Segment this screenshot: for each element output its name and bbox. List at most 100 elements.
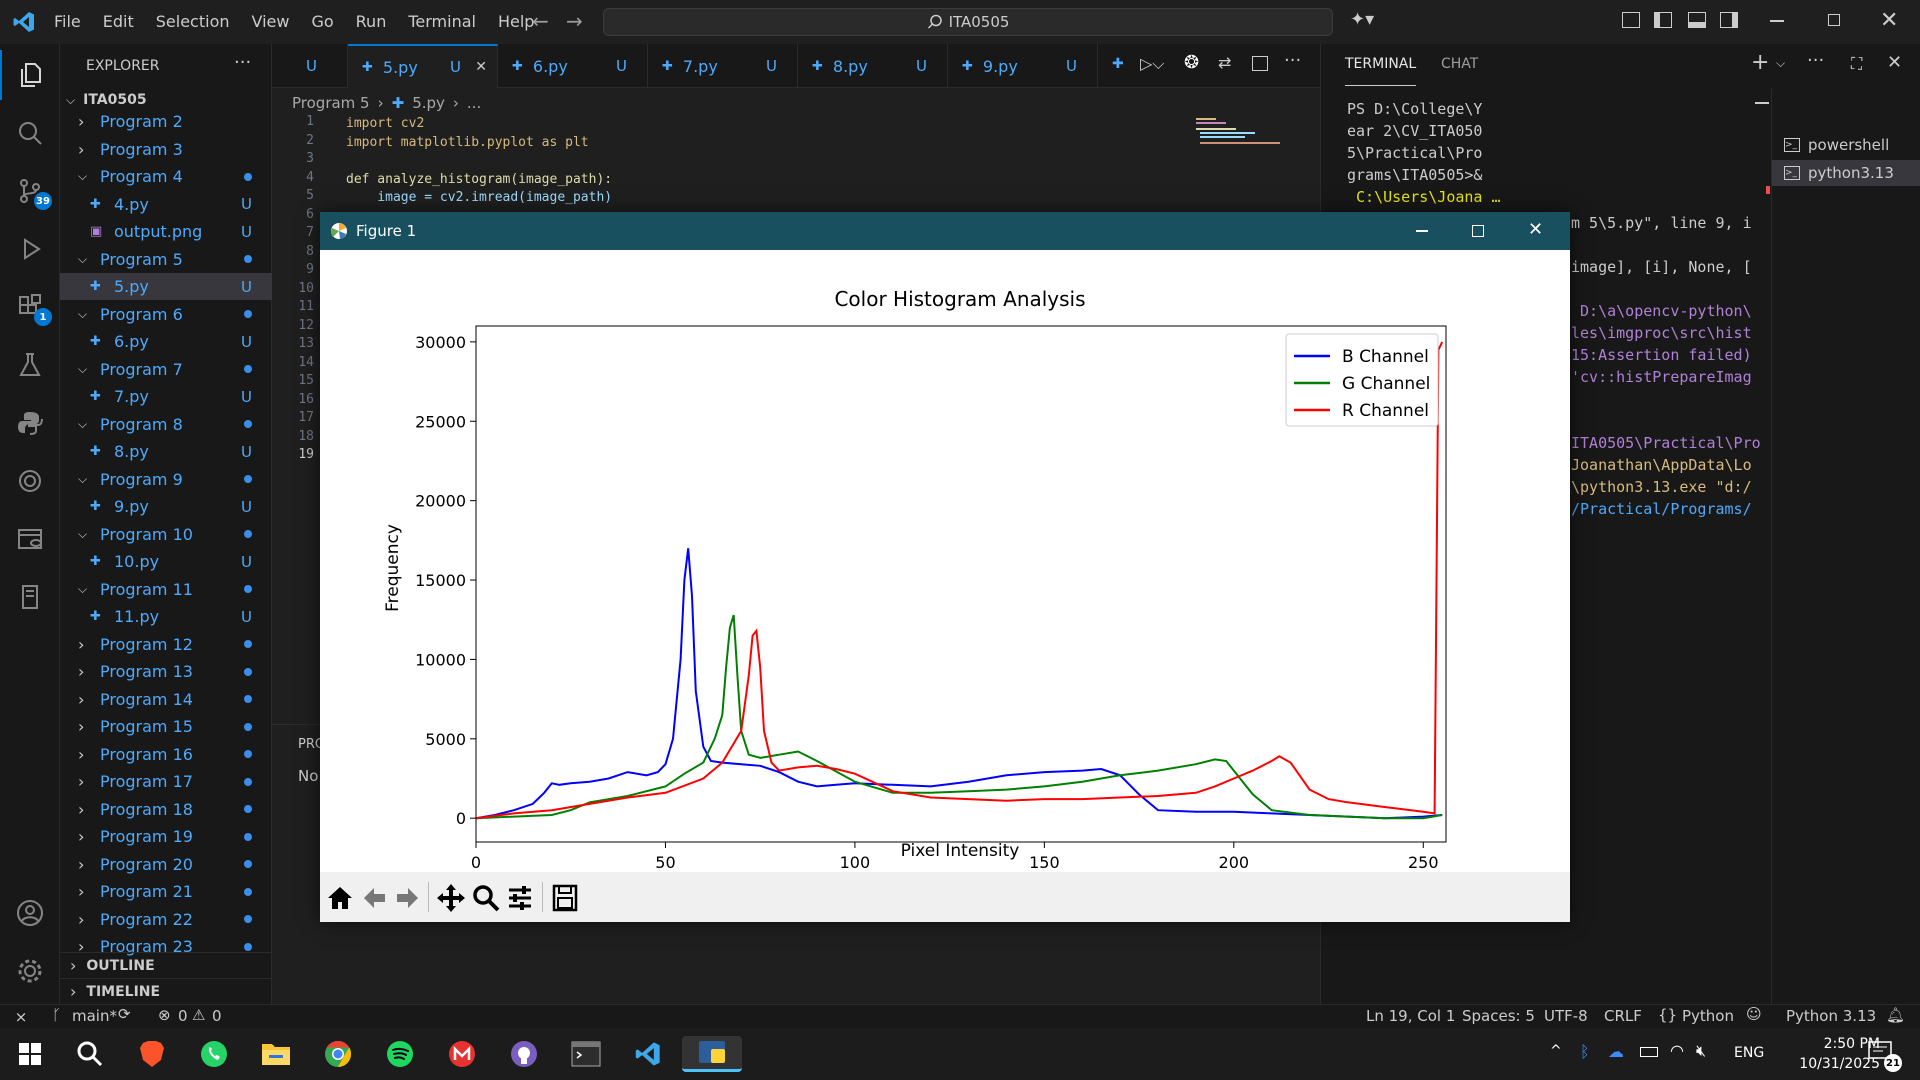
editor-tab[interactable]: U (272, 44, 348, 88)
wifi-icon[interactable]: ◠ (1670, 1041, 1684, 1060)
battery-icon[interactable] (1640, 1047, 1658, 1057)
input-language[interactable]: ENG (1734, 1045, 1764, 1061)
warning-count[interactable]: 0 (212, 1007, 222, 1025)
folder-item[interactable]: › Program 2 (60, 108, 272, 135)
search-activity[interactable] (0, 108, 60, 158)
chevron-down-icon[interactable]: ⌵ (1776, 56, 1785, 71)
editor-tab[interactable]: ✚ 8.py U (798, 44, 948, 88)
menu-edit[interactable]: Edit (103, 12, 134, 31)
file-item[interactable]: ✚ 4.py U (60, 191, 272, 218)
split-editor-icon[interactable] (1252, 56, 1268, 71)
folder-item[interactable]: › Program 22 (60, 906, 272, 933)
compare-changes-icon[interactable]: ⇄ (1218, 53, 1231, 72)
restore-icon[interactable] (1828, 14, 1840, 26)
maximize-panel-icon[interactable]: ⛶ (1851, 54, 1862, 74)
folder-item[interactable]: ⌵ Program 9 (60, 466, 272, 493)
start-button[interactable] (8, 1036, 52, 1072)
folder-item[interactable]: ⌵ Program 6 (60, 301, 272, 328)
copilot-status-icon[interactable]: ☺ (1746, 1005, 1762, 1023)
source-control-activity[interactable]: 39 (0, 166, 60, 216)
configure-subplots-icon[interactable] (506, 884, 534, 912)
run-debug-activity[interactable] (0, 224, 60, 274)
folder-item[interactable]: › Program 20 (60, 851, 272, 878)
taskbar-search[interactable] (68, 1036, 112, 1072)
device-activity[interactable] (0, 572, 60, 622)
remote-icon[interactable]: ⨯ (0, 1005, 42, 1029)
database-activity[interactable] (0, 514, 60, 564)
testing-activity[interactable] (0, 340, 60, 390)
bell-icon[interactable]: 🔔︎ (1886, 1006, 1905, 1024)
taskbar-spotify[interactable] (378, 1036, 422, 1072)
error-count[interactable]: 0 (178, 1007, 188, 1025)
pan-icon[interactable] (436, 883, 466, 913)
python-activity[interactable] (0, 398, 60, 448)
minimap[interactable] (1192, 114, 1292, 158)
accounts-activity[interactable] (0, 888, 60, 938)
cloud-icon[interactable]: ☁ (1608, 1042, 1624, 1061)
panel-tab-terminal[interactable]: TERMINAL (1345, 56, 1417, 86)
folder-item[interactable]: › Program 13 (60, 658, 272, 685)
menu-help[interactable]: Help (498, 12, 534, 31)
folder-item[interactable]: › Program 3 (60, 136, 272, 163)
chatgpt-activity[interactable] (0, 456, 60, 506)
folder-item[interactable]: ⌵ Program 7 (60, 356, 272, 383)
terminal-item-powershell[interactable]: >_ powershell (1772, 132, 1920, 158)
volume-muted-icon[interactable]: 🔇︎ (1696, 1041, 1706, 1061)
folder-item[interactable]: › Program 14 (60, 686, 272, 713)
explorer-more-icon[interactable]: ··· (234, 52, 251, 73)
folder-item[interactable]: › Program 16 (60, 741, 272, 768)
taskbar-mail[interactable] (440, 1036, 484, 1072)
python-interpreter[interactable]: Python 3.13 (1786, 1007, 1876, 1025)
file-item[interactable]: ✚ 10.py U (60, 548, 272, 575)
histogram-chart[interactable]: Color Histogram Analysis Pixel Intensity… (320, 250, 1570, 872)
editor-tab[interactable]: ✚ 6.py U (498, 44, 648, 88)
folder-item[interactable]: ⌵ Program 11 (60, 576, 272, 603)
editor-tab[interactable]: ✚ 7.py U (648, 44, 798, 88)
language-mode[interactable]: Python (1682, 1007, 1734, 1025)
timeline-section[interactable]: › TIMELINE (60, 978, 272, 1004)
minimize-icon[interactable] (1416, 230, 1428, 232)
more-actions-icon[interactable]: ··· (1284, 50, 1301, 71)
file-item[interactable]: ✚ 8.py U (60, 438, 272, 465)
menu-file[interactable]: File (54, 12, 81, 31)
close-icon[interactable]: ✕ (1887, 52, 1902, 73)
explorer-root[interactable]: ⌵ ITA0505 (60, 90, 272, 110)
indentation[interactable]: Spaces: 5 (1462, 1007, 1535, 1025)
copilot-icon[interactable]: ✦▾ (1350, 9, 1374, 30)
forward-arrow-icon[interactable] (394, 884, 422, 912)
show-hidden-icons[interactable]: ^ (1550, 1043, 1562, 1059)
manage-activity[interactable] (0, 946, 60, 996)
figure-title-bar[interactable]: Figure 1 ✕ (320, 212, 1570, 250)
close-window-icon[interactable]: ✕ (1880, 8, 1898, 33)
taskbar-file-explorer[interactable] (254, 1036, 298, 1072)
bluetooth-icon[interactable]: ᛒ (1580, 1042, 1590, 1061)
notification-center[interactable]: 21 (1868, 1040, 1902, 1072)
cursor-position[interactable]: Ln 19, Col 1 (1366, 1007, 1455, 1025)
back-arrow-icon[interactable] (360, 884, 388, 912)
branch-name[interactable]: main* (72, 1007, 117, 1025)
clock[interactable]: 2:50 PM 10/31/2025 (1790, 1034, 1880, 1074)
forward-arrow-icon[interactable]: → (566, 9, 583, 33)
menu-go[interactable]: Go (311, 12, 333, 31)
file-item[interactable]: ✚ 7.py U (60, 383, 272, 410)
breadcrumb-folder[interactable]: Program 5 (292, 94, 370, 112)
menu-view[interactable]: View (252, 12, 290, 31)
explorer-activity[interactable] (0, 50, 60, 100)
extensions-activity[interactable]: 1 (0, 282, 60, 332)
terminal-output[interactable]: PS D:\College\Y ear 2\CV_ITA050 5\Practica… (1347, 98, 1647, 208)
folder-item[interactable]: › Program 19 (60, 823, 272, 850)
editor-tab[interactable]: ✚ 9.py U (948, 44, 1098, 88)
folder-item[interactable]: ⌵ Program 10 (60, 521, 272, 548)
file-item[interactable]: ✚ 9.py U (60, 493, 272, 520)
close-window-icon[interactable]: ✕ (1528, 219, 1543, 240)
zoom-icon[interactable] (472, 884, 500, 912)
folder-item[interactable]: › Program 18 (60, 796, 272, 823)
run-file-icon[interactable]: ▷⌵ (1140, 54, 1164, 74)
save-icon[interactable] (552, 884, 578, 912)
minimize-icon[interactable] (1770, 20, 1784, 22)
command-center-search[interactable]: ITA0505 (603, 8, 1333, 36)
close-tab-icon[interactable]: ✕ (475, 59, 487, 75)
folder-item[interactable]: › Program 17 (60, 768, 272, 795)
new-terminal-icon[interactable]: + (1751, 50, 1769, 75)
file-item[interactable]: ✚ 5.py U (60, 273, 272, 300)
